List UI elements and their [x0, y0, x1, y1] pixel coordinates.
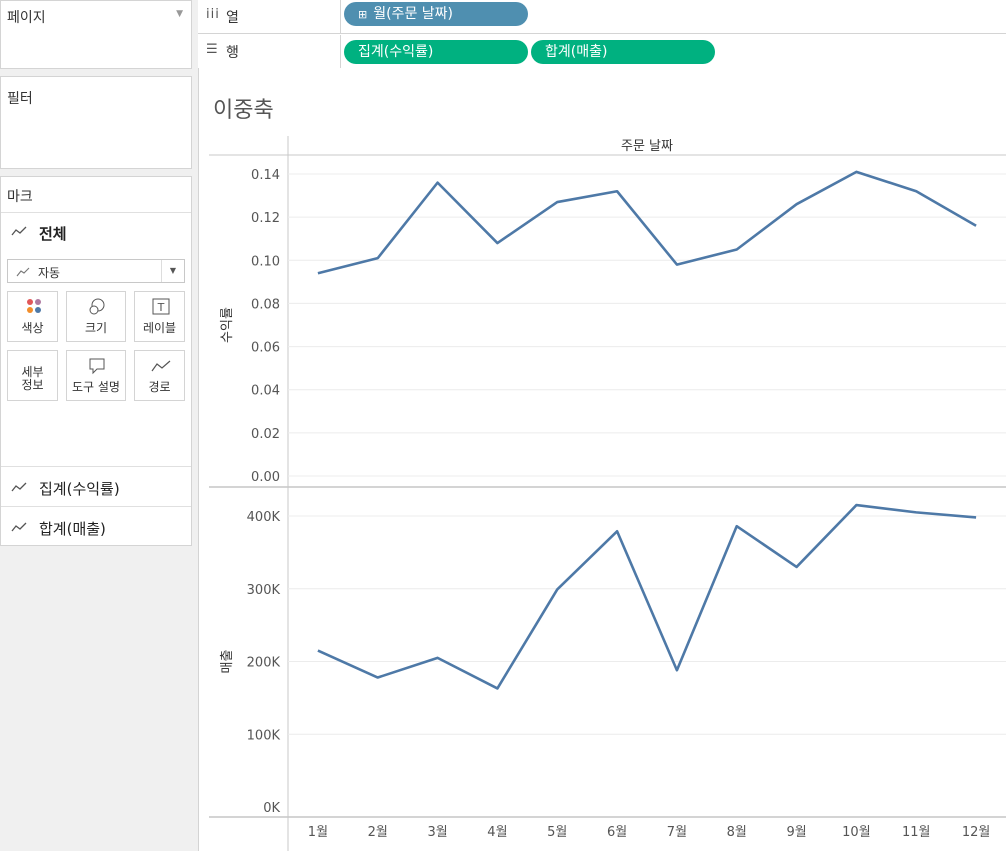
y-tick-label: 200K — [247, 656, 281, 671]
rows-label-text: 행 — [226, 45, 239, 61]
x-tick-label: 8월 — [727, 825, 747, 840]
marks-all-card[interactable]: 전체 — [1, 212, 191, 252]
chevron-down-icon[interactable]: ▼ — [176, 9, 183, 19]
y-tick-label: 300K — [247, 583, 281, 598]
y-tick-label: 0.06 — [251, 341, 280, 356]
pill-month-order-date[interactable]: ⊞ 월(주문 날짜) — [344, 2, 528, 26]
marks-card-label: 합계(매출) — [39, 520, 106, 538]
columns-label-text: 열 — [226, 10, 239, 26]
x-tick-label: 7월 — [667, 825, 687, 840]
y-tick-label: 0.10 — [251, 254, 280, 269]
pill-label: 월(주문 날짜) — [373, 6, 453, 22]
tooltip-button[interactable]: 도구 설명 — [66, 350, 126, 401]
marks-panel: 마크 전체 자동 ▼ 색상 크기 T 레이블 세부 정보 도구 설명 경로 집계… — [0, 176, 192, 546]
y-tick-label: 100K — [247, 728, 281, 743]
viz-canvas: 이중축 주문 날짜 0.00 0.02 0.04 0.06 0.08 0.10 0.12 0.1… — [198, 68, 1006, 851]
x-tick-label: 5월 — [547, 825, 567, 840]
tooltip-bubble-icon — [89, 358, 105, 375]
path-button-label: 경로 — [148, 380, 171, 394]
mark-type-select[interactable]: 자동 ▼ — [7, 259, 185, 283]
size-button-label: 크기 — [84, 321, 108, 335]
series-line — [317, 170, 977, 275]
pill-label: 집계(수익률) — [358, 44, 434, 60]
mark-type-value: 자동 — [38, 266, 61, 280]
x-tick-label: 2월 — [368, 825, 388, 840]
x-tick-label: 10월 — [842, 825, 871, 840]
rows-shelf[interactable]: ☰ 행 집계(수익률) 합계(매출) — [198, 35, 1006, 69]
y-tick-label: 0.14 — [251, 168, 280, 183]
marks-card-label: 집계(수익률) — [39, 480, 120, 498]
filters-panel[interactable]: 필터 — [0, 76, 192, 169]
x-tick-label: 9월 — [786, 825, 806, 840]
filters-title: 필터 — [7, 91, 33, 107]
size-circles-icon — [89, 298, 105, 315]
y-tick-label: 0K — [263, 801, 280, 816]
dual-axis-line-chart[interactable]: 주문 날짜 0.00 0.02 0.04 0.06 0.08 0.10 0.12 0.14 수익률… — [199, 68, 1006, 851]
x-tick-label: 6월 — [607, 825, 627, 840]
y-tick-label: 0.12 — [251, 211, 280, 226]
line-mark-icon — [11, 226, 27, 236]
y-tick-label: 0.00 — [251, 470, 280, 485]
column-header: 주문 날짜 — [621, 139, 673, 154]
series-line — [317, 503, 977, 690]
x-tick-label: 1월 — [308, 825, 328, 840]
pill-profit-ratio[interactable]: 집계(수익률) — [344, 40, 528, 64]
x-tick-label: 12월 — [962, 825, 991, 840]
x-tick-label: 3월 — [427, 825, 447, 840]
pill-label: 합계(매출) — [545, 44, 608, 60]
pages-panel[interactable]: 페이지 ▼ — [0, 0, 192, 69]
columns-shelf[interactable]: iii 열 ⊞ 월(주문 날짜) — [198, 0, 1006, 34]
svg-text:T: T — [157, 301, 165, 314]
line-mark-icon — [11, 522, 27, 532]
y-tick-label: 0.08 — [251, 297, 280, 312]
columns-icon: iii — [206, 7, 220, 22]
marks-all-label: 전체 — [39, 225, 67, 243]
pill-sales[interactable]: 합계(매출) — [531, 40, 715, 64]
expand-plus-icon[interactable]: ⊞ — [358, 8, 367, 21]
x-tick-label: 11월 — [902, 825, 931, 840]
y-axis-title: 수익률 — [220, 307, 235, 343]
x-tick-label: 4월 — [487, 825, 507, 840]
marks-title: 마크 — [7, 189, 33, 205]
marks-card-sales[interactable]: 합계(매출) — [1, 506, 191, 546]
size-button[interactable]: 크기 — [66, 291, 126, 342]
pages-title: 페이지 — [7, 10, 46, 26]
chevron-down-icon[interactable]: ▼ — [161, 260, 184, 282]
rows-shelf-label: ☰ 행 — [198, 35, 341, 68]
y-axis-title: 매출 — [220, 650, 235, 674]
color-button-label: 색상 — [21, 321, 44, 335]
label-button-label: 레이블 — [142, 321, 177, 335]
label-button[interactable]: T 레이블 — [134, 291, 185, 342]
rows-icon: ☰ — [206, 42, 219, 57]
path-button[interactable]: 경로 — [134, 350, 185, 401]
y-tick-label: 0.04 — [251, 384, 280, 399]
y-tick-label: 400K — [247, 510, 281, 525]
label-t-icon: T — [152, 298, 170, 315]
y-tick-label: 0.02 — [251, 427, 280, 442]
marks-card-profit-ratio[interactable]: 집계(수익률) — [1, 466, 191, 506]
detail-button[interactable]: 세부 정보 — [7, 350, 58, 401]
color-dots-icon — [27, 299, 41, 313]
columns-shelf-label: iii 열 — [198, 0, 341, 33]
path-line-icon — [151, 360, 171, 372]
detail-button-label: 세부 정보 — [21, 365, 44, 392]
color-button[interactable]: 색상 — [7, 291, 58, 342]
line-mark-icon — [11, 482, 27, 492]
line-mark-icon — [16, 267, 30, 277]
tooltip-button-label: 도구 설명 — [72, 380, 120, 394]
